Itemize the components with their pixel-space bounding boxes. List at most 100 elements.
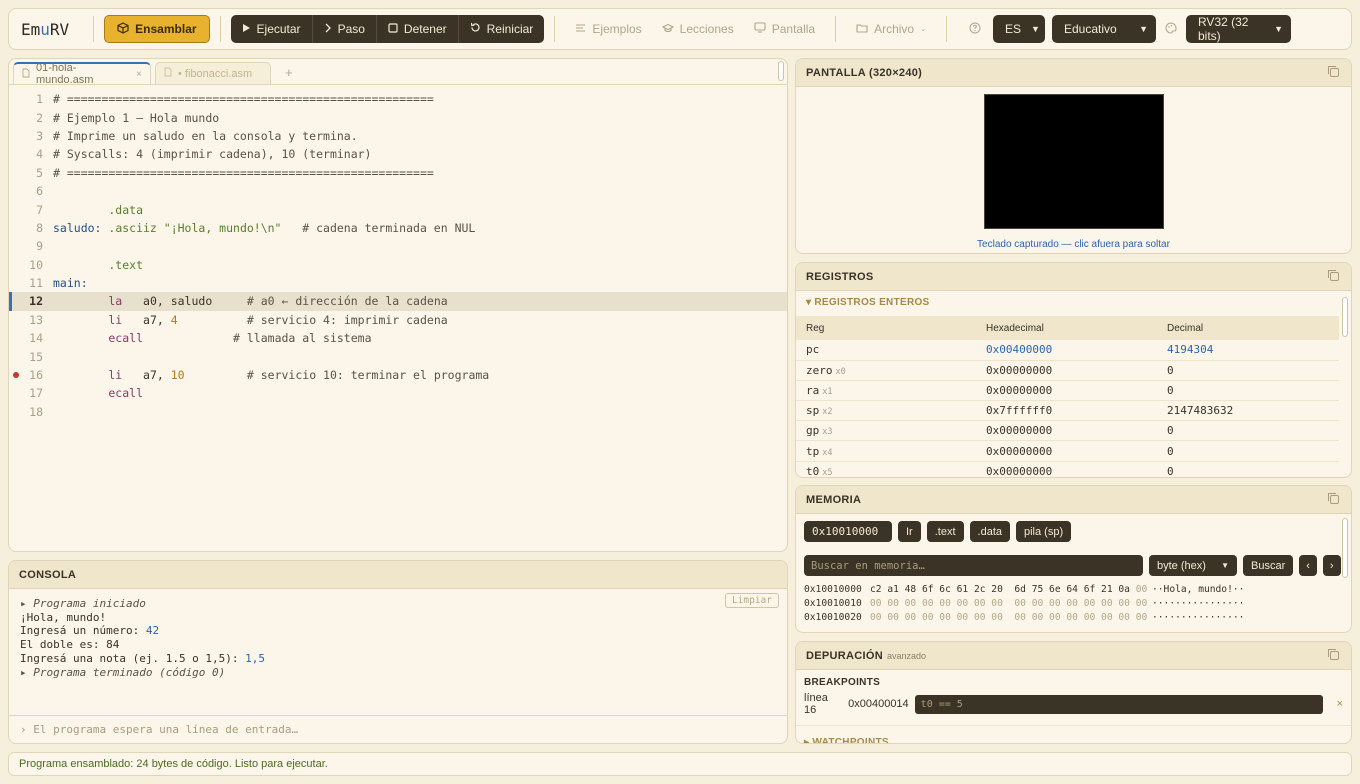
- status-bar: Programa ensamblado: 24 bytes de código.…: [8, 752, 1352, 776]
- screen-header: PANTALLA (320×240): [796, 59, 1351, 87]
- table-row: tp x4 0x00000000 0: [796, 440, 1339, 462]
- code-line: 10 .text: [29, 257, 144, 272]
- text-segment-button[interactable]: .text: [926, 521, 964, 542]
- console-output: ▸ Programa iniciado ¡Hola, mundo! Ingres…: [20, 597, 266, 679]
- clear-button[interactable]: Limpiar: [724, 593, 779, 608]
- current-line: 12 la a0, saludo # a0 ← dirección de la …: [9, 292, 787, 312]
- theme-button[interactable]: [1163, 21, 1186, 37]
- lessons-button[interactable]: Lecciones: [652, 22, 744, 36]
- code-line: 7 .data: [36, 202, 144, 217]
- code-line: 17 ecall: [29, 386, 144, 401]
- format-select[interactable]: byte (hex) ▼: [1149, 555, 1237, 576]
- help-button[interactable]: [957, 22, 993, 37]
- architecture-select[interactable]: RV32 (32 bits) ▼: [1185, 15, 1291, 43]
- display-canvas[interactable]: [983, 94, 1164, 229]
- stop-icon: [388, 22, 398, 36]
- copy-icon[interactable]: [1328, 649, 1339, 660]
- app-logo: EmuRV: [21, 19, 70, 39]
- table-row: sp x2 0x7ffffff0 2147483632: [796, 400, 1339, 422]
- console-input[interactable]: › El programa espera una línea de entrad…: [9, 715, 787, 743]
- chevron-down-icon: ▼: [1139, 24, 1148, 34]
- breakpoint-marker[interactable]: [13, 372, 19, 379]
- memory-row: 0x10010000 c2 a1 48 6f 6c 61 2c 20 6d 75 …: [804, 584, 1245, 595]
- divider: [835, 16, 837, 42]
- editor-tabs: 01-hola-mundo.asm × • fibonacci.asm +: [9, 59, 787, 86]
- breakpoint-condition-input[interactable]: t0 == 5: [914, 694, 1323, 714]
- keyboard-hint: Teclado capturado — clic afuera para sol…: [977, 239, 1170, 250]
- code-area[interactable]: 1 # =====================================…: [9, 85, 787, 421]
- code-line: 13 li a7, 4 # servicio 4: imprimir caden…: [29, 312, 448, 327]
- reset-button[interactable]: Reiniciar: [459, 15, 545, 43]
- registers-panel: REGISTROS ▾ REGISTROS ENTEROS Reg Hexade…: [795, 262, 1352, 478]
- next-button[interactable]: ›: [1322, 555, 1341, 576]
- delete-breakpoint-button[interactable]: ×: [1337, 698, 1343, 710]
- code-editor: 01-hola-mundo.asm × • fibonacci.asm + 1 #…: [8, 58, 788, 552]
- copy-icon[interactable]: [1328, 493, 1339, 504]
- add-tab-button[interactable]: +: [275, 65, 301, 84]
- tab-hola-mundo[interactable]: 01-hola-mundo.asm ×: [13, 62, 151, 86]
- screen-button[interactable]: Pantalla: [744, 22, 825, 36]
- cube-icon: [117, 21, 129, 37]
- table-row: t0 x5 0x00000000 0: [796, 461, 1339, 477]
- chevron-down-icon: ▼: [1031, 24, 1040, 34]
- list-icon: [575, 22, 586, 36]
- monitor-icon: [754, 22, 766, 36]
- data-segment-button[interactable]: .data: [969, 521, 1010, 542]
- file-icon: [164, 67, 172, 80]
- address-input[interactable]: 0x10010000: [804, 521, 892, 542]
- memory-panel: MEMORIA 0x10010000 Ir .text .data pila (…: [795, 485, 1352, 633]
- step-button[interactable]: Paso: [313, 15, 377, 43]
- mode-select[interactable]: Educativo ▼: [1051, 15, 1156, 43]
- file-menu[interactable]: Archivo ⌄: [846, 22, 936, 36]
- stack-button[interactable]: pila (sp): [1016, 521, 1072, 542]
- divider: [93, 16, 95, 42]
- memory-row: 0x10010020 00 00 00 00 00 00 00 00 00 00 …: [804, 612, 1245, 623]
- code-line: 11 main:: [29, 276, 88, 291]
- table-row: pc 0x00400000 4194304: [796, 340, 1339, 361]
- memory-search-input[interactable]: Buscar en memoria…: [804, 555, 1143, 576]
- debug-panel: DEPURACIÓN avanzado BREAKPOINTS línea 16 …: [795, 641, 1352, 744]
- table-row: gp x3 0x00000000 0: [796, 420, 1339, 442]
- memory-scrollbar[interactable]: [1342, 518, 1348, 578]
- assemble-button[interactable]: Ensamblar: [104, 15, 210, 43]
- screen-panel: PANTALLA (320×240) Teclado capturado — c…: [795, 58, 1352, 254]
- registers-scrollbar[interactable]: [1342, 297, 1348, 337]
- watchpoints-toggle[interactable]: ▸ WATCHPOINTS: [796, 725, 1351, 743]
- registers-table: Reg Hexadecimal Decimal pc 0x00400000 4194…: [796, 316, 1339, 477]
- divider: [554, 16, 556, 42]
- close-icon[interactable]: ×: [136, 69, 142, 80]
- code-line: 9: [36, 239, 43, 254]
- search-button[interactable]: Buscar: [1243, 555, 1294, 576]
- debug-header: DEPURACIÓN avanzado: [796, 642, 1351, 670]
- table-row: zero x0 0x00000000 0: [796, 360, 1339, 381]
- run-button[interactable]: Ejecutar: [231, 15, 313, 43]
- go-button[interactable]: Ir: [898, 521, 921, 542]
- breakpoint-row: línea 16 0x00400014 t0 == 5 ×: [804, 692, 1343, 716]
- file-icon: [22, 68, 30, 81]
- run-controls: Ejecutar Paso Detener Reiniciar: [230, 15, 545, 43]
- code-line: 3 # Imprime un saludo en la consola y ter…: [36, 128, 358, 143]
- copy-icon[interactable]: [1328, 66, 1339, 77]
- integer-registers-toggle[interactable]: ▾ REGISTROS ENTEROS: [796, 291, 1351, 308]
- console-header: CONSOLA: [9, 561, 787, 589]
- editor-scrollbar[interactable]: [778, 61, 784, 81]
- stop-button[interactable]: Detener: [377, 15, 459, 43]
- divider: [945, 16, 947, 42]
- chevron-down-icon: ▼: [1221, 561, 1229, 570]
- code-line: 8 saludo: .asciiz "¡Hola, mundo!\n" # cad…: [36, 220, 476, 235]
- divider: [219, 16, 221, 42]
- copy-icon[interactable]: [1328, 270, 1339, 281]
- breakpoints-title: BREAKPOINTS: [804, 677, 881, 688]
- code-line: 18: [29, 404, 43, 419]
- code-line: 16 li a7, 10 # servicio 10: terminar el …: [9, 366, 787, 384]
- tab-fibonacci[interactable]: • fibonacci.asm: [155, 62, 271, 84]
- chevron-down-icon: ▼: [1274, 24, 1283, 34]
- code-line: 15: [29, 349, 43, 364]
- memory-header: MEMORIA: [796, 486, 1351, 514]
- memory-dump: 0x10010000 c2 a1 48 6f 6c 61 2c 20 6d 75 …: [796, 576, 1351, 625]
- help-icon: [969, 22, 981, 37]
- examples-button[interactable]: Ejemplos: [565, 22, 651, 36]
- language-select[interactable]: ES ▼: [992, 15, 1045, 43]
- code-line: 1 # =====================================…: [36, 92, 434, 107]
- prev-button[interactable]: ‹: [1299, 555, 1317, 576]
